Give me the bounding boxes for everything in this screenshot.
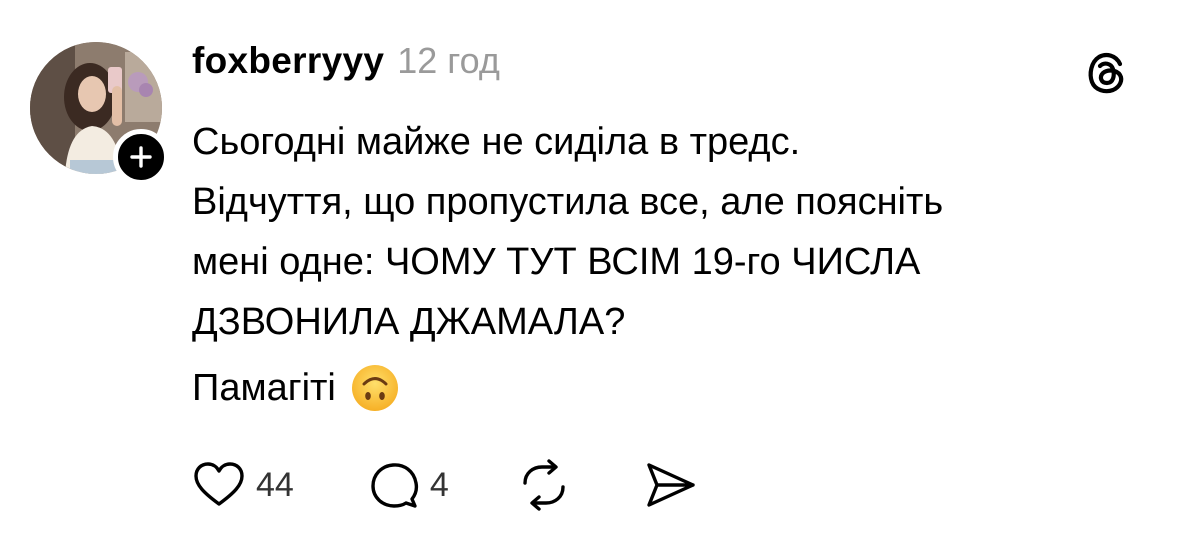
like-count: 44 (256, 465, 294, 504)
timestamp: 12 год (397, 40, 500, 81)
send-icon (647, 463, 695, 507)
reply-button[interactable]: 4 (368, 459, 449, 511)
heart-icon (194, 462, 244, 506)
post-text-line: ДЗВОНИЛА ДЖАМАЛА? (192, 301, 626, 343)
plus-icon (130, 146, 152, 168)
speech-bubble-icon (371, 463, 418, 508)
username[interactable]: foxberryyy (192, 40, 384, 82)
post-text-line: Сьогодні майже не сиділа в тредс. (192, 121, 801, 163)
repost-button[interactable] (517, 459, 571, 511)
reply-count: 4 (429, 465, 449, 504)
upside-down-face-icon (351, 365, 398, 411)
post-text-line: мені одне: ЧОМУ ТУТ ВСІМ 19-го ЧИСЛА (192, 241, 921, 283)
follow-button[interactable] (113, 129, 169, 185)
post-text-line: Відчуття, що пропустила все, але поясніт… (192, 181, 944, 223)
post-closing: Памагіті (192, 358, 1152, 418)
repost-icon (523, 459, 565, 511)
threads-logo-icon[interactable] (1082, 47, 1132, 97)
post-body: Сьогодні майже не сиділа в тредс. Відчут… (192, 112, 1152, 418)
like-button[interactable]: 44 (192, 460, 294, 510)
share-button[interactable] (643, 461, 699, 509)
post-header: foxberryyy 12 год (192, 40, 500, 90)
action-bar: 44 4 (192, 455, 699, 515)
post-closing-text: Памагіті (192, 367, 336, 409)
